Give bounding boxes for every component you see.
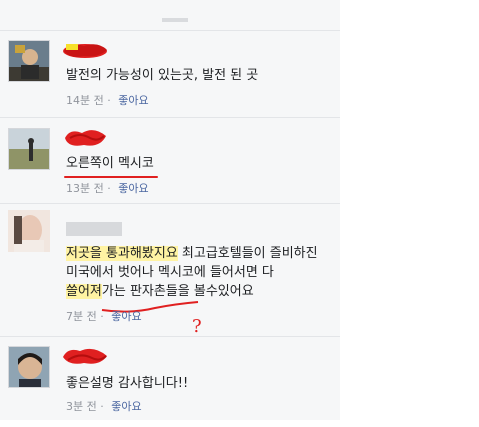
scroll-indicator [162,18,188,22]
timestamp: 7분 전 [66,310,97,323]
divider [0,30,340,31]
comment-meta: 14분 전 · 좋아요 [66,92,149,108]
avatar[interactable] [8,128,50,170]
like-button[interactable]: 좋아요 [111,310,141,323]
timestamp: 13분 전 [66,182,104,195]
separator: · [107,182,111,195]
comments-panel: 발전의 가능성이 있는곳, 발전 된 곳 14분 전 · 좋아요 오른쪽이 멕시… [0,0,340,420]
divider [0,336,340,337]
question-mark: ? [192,316,202,337]
text-segment: 최고급호텔들이 즐비하진 [177,246,318,261]
comment-text: 오른쪽이 멕시코 [66,156,154,171]
author-name-redacted[interactable] [63,42,107,58]
comment-text-line-2: 미국에서 벗어나 멕시코에 들어서면 다 [66,265,274,280]
comment-meta: 13분 전 · 좋아요 [66,180,149,196]
timestamp: 3분 전 [66,400,97,413]
timestamp: 14분 전 [66,94,104,107]
avatar[interactable] [8,40,50,82]
red-underline-icon [64,176,158,178]
divider [0,203,340,204]
separator: · [107,94,111,107]
comment-text: 좋은설명 감사합니다!! [66,376,189,391]
red-scribble-icon [65,130,106,146]
like-button[interactable]: 좋아요 [111,400,141,413]
red-scribble-icon [63,44,107,58]
divider [0,117,340,118]
highlighted-text: 쓸어져 [66,284,102,299]
highlighted-text: 저곳을 통과해봤지요 [66,246,178,261]
like-button[interactable]: 좋아요 [118,182,148,195]
separator: · [100,310,104,323]
red-scribble-icon [63,348,107,364]
avatar[interactable] [8,210,50,252]
author-name-redacted[interactable] [66,222,122,236]
separator: · [100,400,104,413]
avatar[interactable] [8,346,50,388]
text-segment: 가는 판자촌들을 볼수있어요 [101,284,254,299]
comment-meta: 3분 전 · 좋아요 [66,398,142,414]
author-name-redacted[interactable] [63,348,107,364]
author-name-redacted[interactable] [65,130,106,146]
comment-text-line-1: 저곳을 통과해봤지요 최고급호텔들이 즐비하진 [66,244,318,263]
comment-text: 발전의 가능성이 있는곳, 발전 된 곳 [66,68,259,83]
comment-meta: 7분 전 · 좋아요 [66,308,142,324]
like-button[interactable]: 좋아요 [118,94,148,107]
